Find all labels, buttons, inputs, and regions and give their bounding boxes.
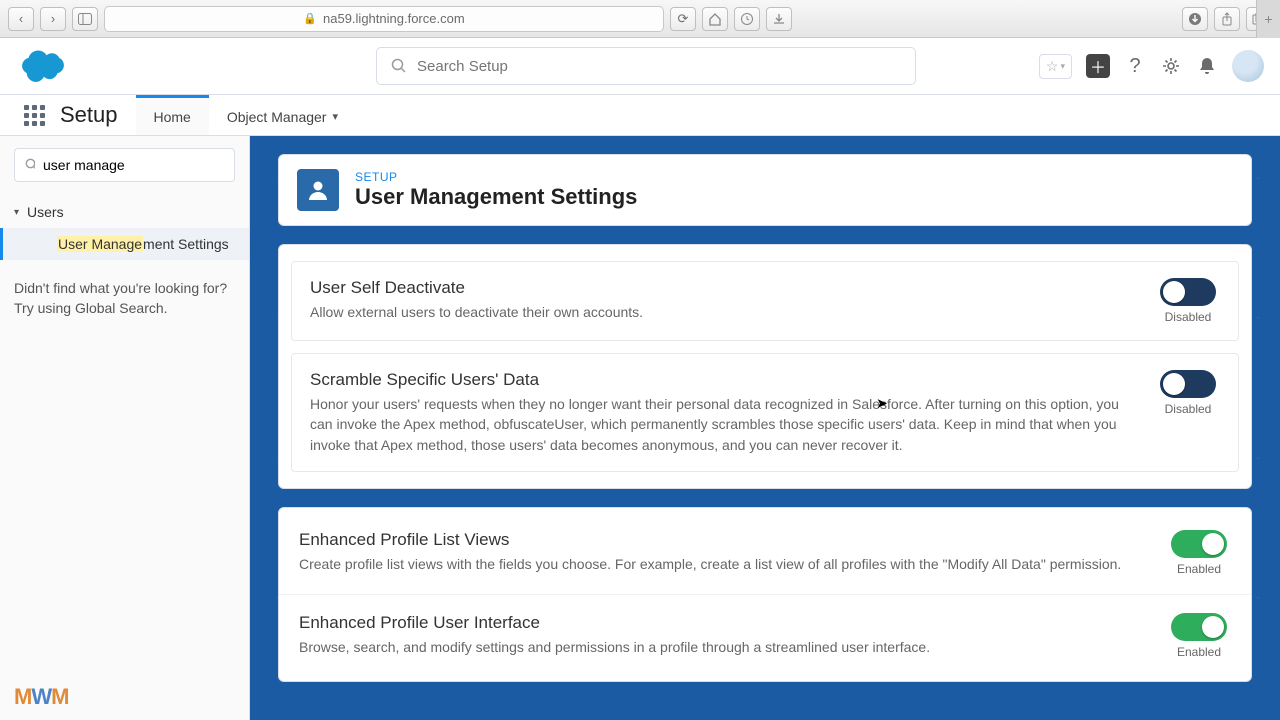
forward-button[interactable]: › [40, 7, 66, 31]
toggle-state-label: Disabled [1165, 310, 1212, 324]
tab-label: Object Manager [227, 109, 327, 125]
context-nav: Setup Home Object Manager ▾ [0, 95, 1280, 136]
chevron-down-icon: ▾ [1060, 61, 1065, 72]
page-header: SETUP User Management Settings [278, 154, 1252, 226]
watermark: MWM [14, 684, 68, 710]
back-button[interactable]: ‹ [8, 7, 34, 31]
global-search-input[interactable] [417, 58, 901, 75]
home-button[interactable] [702, 7, 728, 31]
setting-title: Scramble Specific Users' Data [310, 370, 1136, 390]
tree-label: Users [27, 204, 64, 220]
download-tray-icon [772, 12, 786, 26]
setting-desc: Create profile list views with the field… [299, 554, 1147, 574]
panel-icon [78, 13, 92, 25]
user-avatar[interactable] [1232, 50, 1264, 82]
quick-find-input[interactable] [43, 157, 224, 173]
search-icon [391, 58, 407, 74]
downloads-button[interactable] [766, 7, 792, 31]
tab-label: Home [154, 109, 191, 125]
toggle-enhanced-profile-ui[interactable] [1171, 613, 1227, 641]
toggle-state-label: Enabled [1177, 562, 1221, 576]
content-area: SETUP User Management Settings User Self… [250, 136, 1280, 720]
tree-label-rest: ment Settings [143, 236, 229, 252]
new-tab-button[interactable]: + [1256, 0, 1280, 38]
waffle-icon [24, 105, 45, 126]
address-bar[interactable]: 🔒 na59.lightning.force.com [104, 6, 664, 32]
help-button[interactable]: ? [1124, 55, 1146, 77]
setting-desc: Allow external users to deactivate their… [310, 302, 1136, 322]
sidebar-hint: Didn't find what you're looking for? Try… [0, 260, 249, 337]
setting-title: Enhanced Profile User Interface [299, 613, 1147, 633]
app-header: ☆▾ ＋ ? [0, 38, 1280, 95]
notifications-button[interactable] [1196, 55, 1218, 77]
toggle-scramble-users-data[interactable] [1160, 370, 1216, 398]
tab-object-manager[interactable]: Object Manager ▾ [209, 95, 356, 135]
sidebar-toggle-button[interactable] [72, 7, 98, 31]
toggle-enhanced-profile-list-views[interactable] [1171, 530, 1227, 558]
page-title: User Management Settings [355, 184, 637, 210]
app-name: Setup [50, 95, 136, 135]
toggle-user-self-deactivate[interactable] [1160, 278, 1216, 306]
reload-button[interactable]: ⟳ [670, 7, 696, 31]
home-icon [708, 12, 722, 26]
browser-toolbar: ‹ › 🔒 na59.lightning.force.com ⟳ + [0, 0, 1280, 38]
download-arrow-icon [1188, 12, 1202, 26]
chevron-down-icon: ▾ [332, 110, 338, 123]
star-icon: ☆ [1046, 58, 1059, 75]
settings-group-1: User Self Deactivate Allow external user… [278, 244, 1252, 489]
setting-enhanced-profile-list-views: Enhanced Profile List Views Create profi… [279, 512, 1251, 594]
bell-icon [1198, 56, 1216, 76]
url-text: na59.lightning.force.com [323, 11, 465, 26]
global-create-button[interactable]: ＋ [1086, 54, 1110, 78]
user-icon [297, 169, 339, 211]
setting-enhanced-profile-ui: Enhanced Profile User Interface Browse, … [279, 594, 1251, 677]
search-icon [25, 158, 35, 172]
quick-find[interactable] [14, 148, 235, 182]
chevron-down-icon: ▾ [14, 207, 19, 218]
setting-user-self-deactivate: User Self Deactivate Allow external user… [291, 261, 1239, 341]
clock-icon [740, 12, 754, 26]
tree-node-users[interactable]: ▾ Users [0, 196, 249, 228]
tree-item-user-management-settings[interactable]: User Management Settings [0, 228, 249, 260]
share-icon [1220, 12, 1234, 26]
share-button[interactable] [1214, 7, 1240, 31]
setting-scramble-users-data: Scramble Specific Users' Data Honor your… [291, 353, 1239, 472]
global-search[interactable] [376, 47, 916, 85]
favorites-button[interactable]: ☆▾ [1039, 54, 1072, 79]
setting-desc: Honor your users' requests when they no … [310, 394, 1136, 455]
setting-desc: Browse, search, and modify settings and … [299, 637, 1147, 657]
setting-title: Enhanced Profile List Views [299, 530, 1147, 550]
tab-home[interactable]: Home [136, 95, 209, 135]
toggle-state-label: Disabled [1165, 402, 1212, 416]
setup-gear-button[interactable] [1160, 55, 1182, 77]
settings-group-2: Enhanced Profile List Views Create profi… [278, 507, 1252, 682]
gear-icon [1161, 56, 1181, 76]
download-indicator[interactable] [1182, 7, 1208, 31]
page-eyebrow: SETUP [355, 170, 637, 184]
setup-sidebar: ▾ Users User Management Settings Didn't … [0, 136, 250, 720]
highlight-match: User Manage [57, 236, 143, 252]
setting-title: User Self Deactivate [310, 278, 1136, 298]
history-button[interactable] [734, 7, 760, 31]
app-launcher[interactable] [18, 95, 50, 135]
lock-icon: 🔒 [303, 12, 317, 25]
toggle-state-label: Enabled [1177, 645, 1221, 659]
salesforce-logo [16, 47, 70, 85]
